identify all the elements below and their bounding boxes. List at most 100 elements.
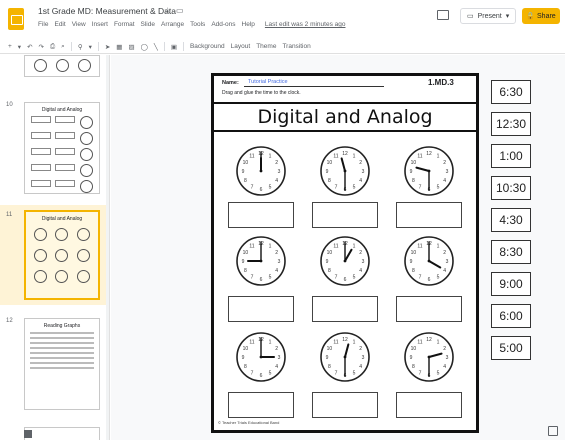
- explore-icon[interactable]: [548, 426, 558, 436]
- student-name[interactable]: Tutorial Practice: [248, 79, 288, 85]
- clock-numeral: 8: [244, 268, 247, 274]
- clock-numeral: 4: [275, 268, 278, 274]
- clock-numeral: 4: [275, 364, 278, 370]
- thumb-clock: [55, 270, 69, 283]
- add-slide-icon[interactable]: +: [8, 43, 12, 50]
- clock-numeral: 8: [412, 178, 415, 184]
- undo-icon[interactable]: ↶: [27, 43, 32, 51]
- filmstrip-scrollbar[interactable]: [106, 55, 109, 440]
- paint-format-icon[interactable]: ⌕: [61, 43, 65, 51]
- toolbar-divider: [163, 42, 165, 51]
- menu-tools[interactable]: Tools: [190, 21, 205, 28]
- theme-button[interactable]: Theme: [256, 43, 276, 50]
- analog-clock: 123456789101112: [320, 332, 370, 382]
- time-card[interactable]: 9:00: [491, 272, 531, 296]
- menu-format[interactable]: Format: [114, 21, 135, 28]
- clock-numeral: 3: [362, 355, 365, 361]
- image-icon[interactable]: ▨: [128, 43, 134, 51]
- present-button[interactable]: ▭ Present ▾: [460, 8, 517, 24]
- star-icon[interactable]: ☆: [164, 6, 171, 15]
- textbox-icon[interactable]: ▦: [116, 43, 122, 51]
- clock-numeral: 6: [260, 373, 263, 379]
- analog-clock: 123456789101112: [404, 332, 454, 382]
- menu-view[interactable]: View: [72, 21, 86, 28]
- select-icon[interactable]: ➤: [105, 43, 110, 51]
- time-card[interactable]: 12:30: [491, 112, 531, 136]
- answer-drop-box[interactable]: [228, 392, 294, 418]
- slide-thumbnail[interactable]: Digital and Analog: [24, 102, 100, 194]
- clock-numeral: 3: [278, 355, 281, 361]
- slide[interactable]: Name: Tutorial Practice 1.MD.3 Drag and …: [211, 73, 479, 433]
- time-card[interactable]: 1:00: [491, 144, 531, 168]
- slide-thumbnail-selected[interactable]: Digital and Analog: [24, 210, 100, 300]
- clock-numeral: 5: [353, 275, 356, 281]
- slide-filmstrip[interactable]: 10 Digital and Analog 11 Digital and Ana…: [0, 55, 110, 440]
- clock-numeral: 3: [446, 259, 449, 265]
- background-button[interactable]: Background: [190, 43, 225, 50]
- clock-center: [259, 169, 263, 173]
- redo-icon[interactable]: ↷: [39, 43, 44, 51]
- thumb-clock: [79, 116, 93, 129]
- answer-drop-box[interactable]: [396, 392, 462, 418]
- time-card[interactable]: 10:30: [491, 176, 531, 200]
- slide-thumbnail[interactable]: [24, 427, 100, 440]
- thumb-clock: [55, 59, 69, 72]
- slides-logo-icon[interactable]: [8, 8, 24, 30]
- document-title[interactable]: 1st Grade MD: Measurement & Data: [38, 6, 176, 16]
- last-edit-link[interactable]: Last edit was 2 minutes ago: [265, 21, 346, 28]
- time-card[interactable]: 4:30: [491, 208, 531, 232]
- shape-icon[interactable]: ◯: [141, 43, 148, 51]
- thumb-row: [29, 132, 95, 145]
- menu-help[interactable]: Help: [242, 21, 255, 28]
- answer-drop-box[interactable]: [312, 392, 378, 418]
- analog-clock: 123456789101112: [320, 146, 370, 196]
- clock-numeral: 11: [417, 153, 422, 159]
- comment-add-icon[interactable]: ▣: [171, 43, 177, 51]
- menu-insert[interactable]: Insert: [92, 21, 108, 28]
- menu-slide[interactable]: Slide: [141, 21, 155, 28]
- clock-numeral: 7: [251, 371, 254, 377]
- answer-drop-box[interactable]: [312, 202, 378, 228]
- clock-numeral: 8: [244, 364, 247, 370]
- answer-drop-box[interactable]: [228, 202, 294, 228]
- menu-file[interactable]: File: [38, 21, 48, 28]
- share-button[interactable]: 🔒 Share: [522, 8, 560, 24]
- clock-numeral: 12: [342, 337, 348, 343]
- time-card[interactable]: 8:30: [491, 240, 531, 264]
- zoom-icon[interactable]: ⚲: [78, 43, 83, 51]
- time-card[interactable]: 6:30: [491, 80, 531, 104]
- clock-numeral: 4: [443, 364, 446, 370]
- menu-edit[interactable]: Edit: [54, 21, 65, 28]
- clock-numeral: 9: [242, 355, 245, 361]
- clock-numeral: 12: [342, 151, 348, 157]
- comments-icon[interactable]: [437, 10, 449, 20]
- answer-drop-box[interactable]: [396, 296, 462, 322]
- answer-drop-box[interactable]: [312, 296, 378, 322]
- slide-thumbnail[interactable]: Reading Graphs: [24, 318, 100, 410]
- chevron-down-icon[interactable]: ▾: [18, 43, 21, 51]
- print-icon[interactable]: ⎙: [50, 43, 55, 51]
- grid-view-icon[interactable]: [24, 430, 32, 438]
- chevron-down-icon[interactable]: ▾: [506, 12, 510, 20]
- answer-drop-box[interactable]: [228, 296, 294, 322]
- time-card[interactable]: 5:00: [491, 336, 531, 360]
- clock-numeral: 1: [437, 243, 440, 249]
- chevron-down-icon[interactable]: ▾: [89, 43, 92, 51]
- thumb-title: Reading Graphs: [43, 323, 81, 329]
- thumb-clock: [55, 228, 69, 241]
- line-icon[interactable]: ╲: [154, 43, 158, 51]
- clock-numeral: 1: [437, 339, 440, 345]
- answer-drop-box[interactable]: [396, 202, 462, 228]
- clock-numeral: 5: [353, 371, 356, 377]
- clock-numeral: 9: [410, 169, 413, 175]
- standard-code: 1.MD.3: [428, 78, 454, 87]
- move-folder-icon[interactable]: ▭: [176, 6, 184, 15]
- time-card[interactable]: 6:00: [491, 304, 531, 328]
- clock-numeral: 9: [326, 169, 329, 175]
- toolbar-divider: [182, 42, 184, 51]
- menu-arrange[interactable]: Arrange: [161, 21, 184, 28]
- slide-thumbnail[interactable]: [24, 55, 100, 77]
- menu-addons[interactable]: Add-ons: [211, 21, 235, 28]
- transition-button[interactable]: Transition: [282, 43, 310, 50]
- layout-button[interactable]: Layout: [231, 43, 251, 50]
